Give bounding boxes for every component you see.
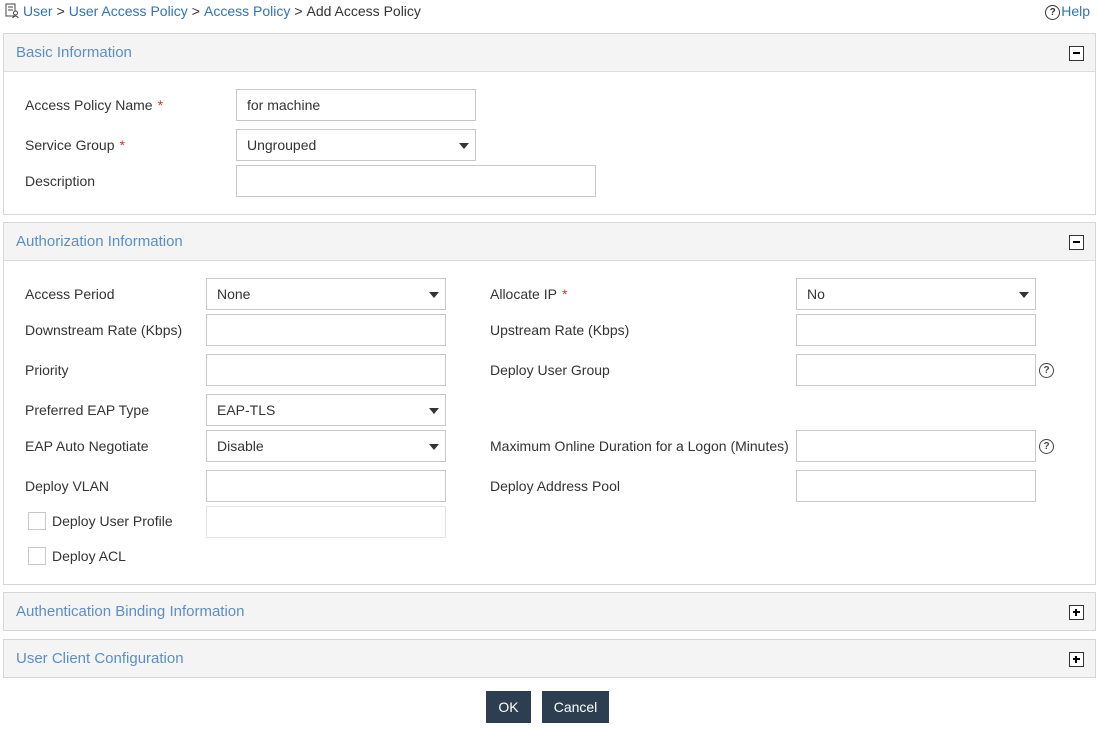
- downstream-rate-input[interactable]: [206, 314, 446, 346]
- breadcrumb-separator: >: [191, 3, 200, 19]
- priority-label: Priority: [25, 362, 69, 378]
- upstream-rate-input[interactable]: [796, 314, 1036, 346]
- eap-auto-negotiate-label: EAP Auto Negotiate: [25, 438, 149, 454]
- collapse-icon[interactable]: [1069, 46, 1084, 61]
- collapse-icon[interactable]: [1069, 235, 1084, 250]
- user-client-configuration-title: User Client Configuration: [16, 650, 184, 667]
- breadcrumb-separator: >: [294, 3, 303, 19]
- access-period-label: Access Period: [25, 286, 115, 302]
- breadcrumb-user-access-policy[interactable]: User Access Policy: [69, 3, 188, 19]
- breadcrumb-separator: >: [56, 3, 65, 19]
- authentication-binding-header[interactable]: Authentication Binding Information: [4, 593, 1095, 630]
- preferred-eap-type-label: Preferred EAP Type: [25, 402, 149, 418]
- max-online-duration-label: Maximum Online Duration for a Logon (Min…: [490, 438, 789, 454]
- question-circle-icon: ?: [1045, 5, 1061, 20]
- deploy-user-group-label: Deploy User Group: [490, 362, 610, 378]
- help-question-icon[interactable]: ?: [1039, 363, 1054, 378]
- chevron-down-icon: [429, 444, 439, 450]
- authentication-binding-title: Authentication Binding Information: [16, 603, 245, 620]
- service-group-select[interactable]: Ungrouped: [236, 129, 476, 161]
- expand-icon[interactable]: [1069, 605, 1084, 620]
- deploy-address-pool-label: Deploy Address Pool: [490, 478, 620, 494]
- priority-input[interactable]: [206, 354, 446, 386]
- deploy-vlan-label: Deploy VLAN: [25, 478, 110, 494]
- deploy-vlan-input[interactable]: [206, 470, 446, 502]
- downstream-rate-label: Downstream Rate (Kbps): [25, 322, 183, 338]
- deploy-user-group-input[interactable]: [796, 354, 1036, 386]
- allocate-ip-label: Allocate IP *: [490, 286, 568, 302]
- preferred-eap-type-select[interactable]: EAP-TLS: [206, 394, 446, 426]
- breadcrumb-user[interactable]: User: [23, 3, 53, 19]
- upstream-rate-label: Upstream Rate (Kbps): [490, 322, 630, 338]
- breadcrumb-current: Add Access Policy: [306, 3, 421, 19]
- deploy-user-profile-label: Deploy User Profile: [52, 513, 173, 529]
- help-link[interactable]: ? Help: [1045, 2, 1090, 20]
- breadcrumb-access-policy[interactable]: Access Policy: [204, 3, 290, 19]
- basic-information-title: Basic Information: [16, 44, 132, 61]
- breadcrumb: User > User Access Policy > Access Policy > Ad…: [4, 2, 421, 20]
- ok-button[interactable]: OK: [486, 691, 531, 723]
- chevron-down-icon: [429, 292, 439, 298]
- max-online-duration-input[interactable]: [796, 430, 1036, 462]
- deploy-acl-label: Deploy ACL: [52, 548, 126, 564]
- chevron-down-icon: [1019, 292, 1029, 298]
- access-policy-name-label: Access Policy Name *: [25, 97, 164, 113]
- authorization-information-panel: Authorization Information: [3, 222, 1096, 585]
- cancel-button[interactable]: Cancel: [542, 691, 609, 723]
- user-client-configuration-header[interactable]: User Client Configuration: [4, 640, 1095, 677]
- authentication-binding-panel: Authentication Binding Information: [3, 592, 1096, 631]
- expand-icon[interactable]: [1069, 652, 1084, 667]
- deploy-user-profile-input: [206, 506, 446, 538]
- deploy-user-profile-checkbox[interactable]: [28, 512, 46, 530]
- chevron-down-icon: [429, 408, 439, 414]
- help-label: Help: [1061, 3, 1090, 19]
- help-question-icon[interactable]: ?: [1039, 439, 1054, 454]
- deploy-address-pool-input[interactable]: [796, 470, 1036, 502]
- eap-auto-negotiate-select[interactable]: Disable: [206, 430, 446, 462]
- service-group-label: Service Group *: [25, 137, 125, 153]
- allocate-ip-select[interactable]: No: [796, 278, 1036, 310]
- access-policy-name-input[interactable]: for machine: [236, 89, 476, 121]
- authorization-information-header[interactable]: Authorization Information: [4, 223, 1095, 261]
- user-client-configuration-panel: User Client Configuration: [3, 639, 1096, 678]
- deploy-acl-checkbox[interactable]: [28, 547, 46, 565]
- document-user-icon: [4, 3, 20, 19]
- description-input[interactable]: [236, 165, 596, 197]
- basic-information-header[interactable]: Basic Information: [4, 34, 1095, 72]
- access-period-select[interactable]: None: [206, 278, 446, 310]
- authorization-information-title: Authorization Information: [16, 233, 183, 250]
- description-label: Description: [25, 173, 96, 189]
- chevron-down-icon: [459, 143, 469, 149]
